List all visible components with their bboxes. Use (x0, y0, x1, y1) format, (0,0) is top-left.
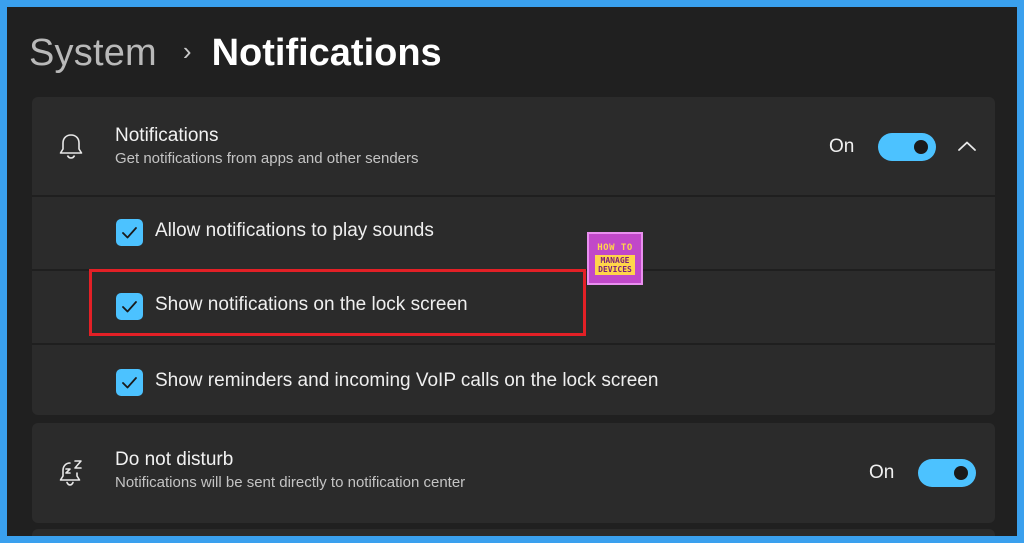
breadcrumb-separator: › (182, 35, 192, 66)
how-to-manage-devices-logo: HOW TO MANAGE DEVICES (587, 232, 643, 285)
dnd-subtitle: Notifications will be sent directly to n… (115, 474, 466, 491)
highlight-box (89, 269, 586, 336)
checkmark-icon (122, 377, 137, 389)
sounds-checkbox[interactable] (116, 219, 143, 246)
next-setting-card[interactable] (32, 529, 995, 536)
dnd-toggle-group: On (869, 459, 977, 487)
logo-bottom-text: MANAGE DEVICES (595, 254, 635, 275)
bell-icon (59, 134, 83, 159)
checkmark-icon (122, 227, 137, 239)
toggle-knob (954, 466, 969, 480)
notifications-toggle[interactable] (878, 133, 937, 161)
notifications-title: Notifications (115, 125, 219, 146)
dnd-toggle[interactable] (918, 459, 977, 487)
notifications-toggle-label: On (829, 136, 855, 157)
dnd-text-group: Do not disturb Notifications will be sen… (115, 449, 465, 493)
toggle-knob (914, 140, 929, 154)
notifications-subtitle: Get notifications from apps and other se… (115, 150, 419, 167)
snooze-bell-icon (59, 460, 82, 486)
page-title: Notifications (211, 31, 442, 74)
logo-top-text: HOW TO (597, 242, 633, 253)
dnd-toggle-label: On (869, 462, 895, 483)
do-not-disturb-card[interactable]: Do not disturb Notifications will be sen… (32, 423, 995, 523)
chevron-up-icon[interactable] (954, 134, 980, 160)
option-row-sounds[interactable]: Allow notifications to play sounds (32, 197, 995, 269)
notifications-header-row[interactable]: Notifications Get notifications from app… (32, 97, 995, 195)
voip-checkbox[interactable] (116, 369, 143, 396)
notifications-card: Notifications Get notifications from app… (32, 97, 995, 415)
notifications-text-group: Notifications Get notifications from app… (115, 125, 419, 169)
breadcrumb: System › Notifications (29, 23, 442, 83)
logo-line-manage: MANAGE (600, 255, 630, 265)
settings-window: System › Notifications Notifications Get… (7, 7, 1017, 536)
dnd-title: Do not disturb (115, 449, 234, 470)
sounds-label: Allow notifications to play sounds (155, 220, 434, 241)
notifications-toggle-group: On (829, 133, 980, 161)
breadcrumb-system-link[interactable]: System (29, 32, 157, 75)
option-row-voip[interactable]: Show reminders and incoming VoIP calls o… (32, 345, 995, 415)
logo-line-devices: DEVICES (598, 264, 632, 274)
voip-label: Show reminders and incoming VoIP calls o… (155, 370, 659, 391)
